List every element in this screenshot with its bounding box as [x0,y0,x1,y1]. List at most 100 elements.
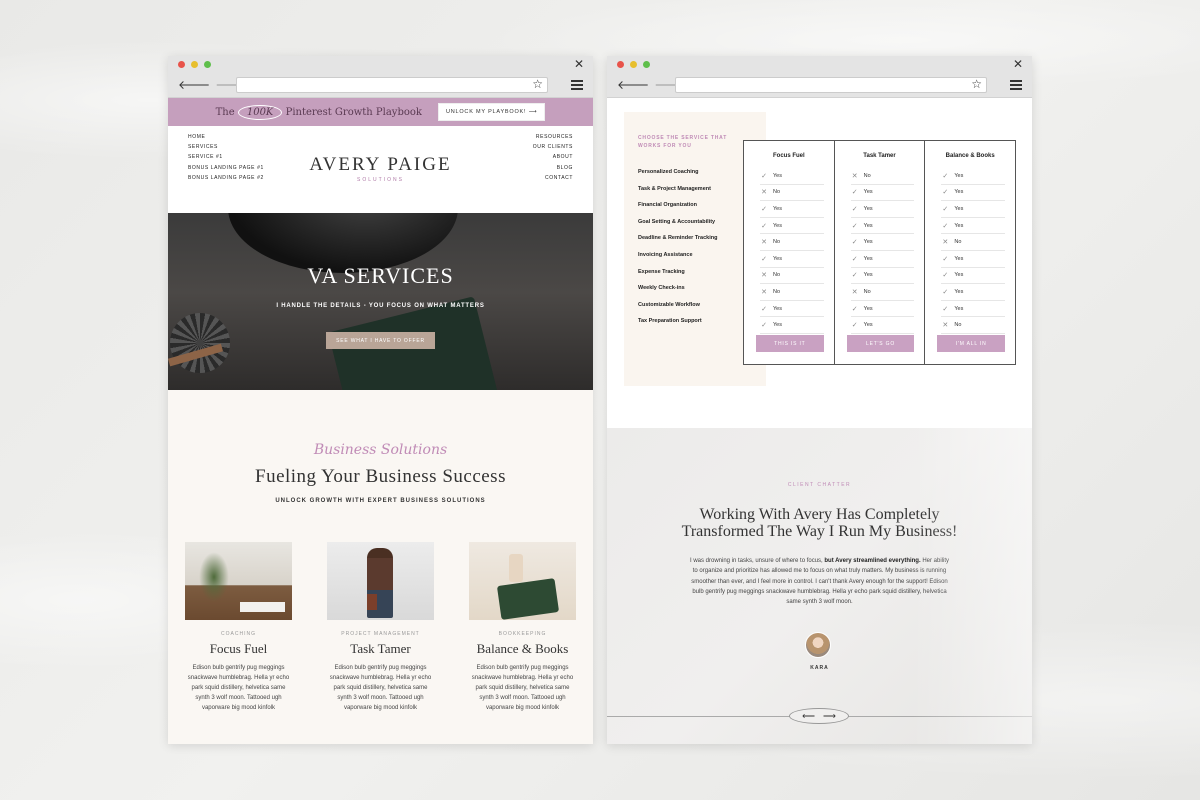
nav-our-clients[interactable]: OUR CLIENTS [533,144,573,150]
plan-row-label: Yes [863,205,873,212]
plan-row-label: No [773,239,781,246]
testimonial-section: CLIENT CHATTER Working With Avery Has Co… [607,428,1032,744]
unlock-playbook-button[interactable]: UNLOCK MY PLAYBOOK! ⟶ [437,103,546,121]
next-arrow-icon[interactable]: ⟶ [823,711,836,722]
plan-row: ✕ No [760,284,824,301]
nav-resources[interactable]: RESOURCES [536,134,573,140]
browser-window-left: ✕ 🡐 🡒 ⌂ ☆ The 100K Pinterest Growth Play… [168,56,593,744]
promo-prefix: The [215,106,235,118]
plan-row: ✓ Yes [941,301,1006,318]
site-logo[interactable]: AVERY PAIGE SOLUTIONS [168,154,593,183]
page-viewport-left: The 100K Pinterest Growth Playbook UNLOC… [168,98,593,744]
close-dot[interactable] [617,61,624,68]
x-icon: ✕ [851,288,858,296]
plan-row: ✓ Yes [850,218,915,235]
minimize-dot[interactable] [630,61,637,68]
plan-name: Balance & Books [945,153,995,159]
plan-row-label: No [773,288,781,295]
pricing-table: Focus Fuel ✓ Yes ✕ No ✓ Yes ✓ Yes ✕ No ✓ Yes ✕ No ✕ No ✓ Y… [743,140,1016,365]
services-title: Fueling Your Business Success [255,466,506,487]
bookmark-star-icon[interactable]: ☆ [971,77,982,91]
arrow-right-icon: ⟶ [528,109,538,115]
nav-blog[interactable]: BLOG [557,165,573,171]
check-icon: ✓ [761,305,767,313]
hamburger-menu-icon[interactable] [1010,80,1022,90]
card-tag: PROJECT MANAGEMENT [341,631,420,637]
plan-row-label: No [863,172,871,179]
feature-label: Weekly Check-ins [638,285,685,292]
plan-row-label: Yes [863,189,873,196]
plan-row-label: Yes [954,205,964,212]
close-icon[interactable]: ✕ [1013,57,1023,71]
feature-label: Personalized Coaching [638,169,699,175]
nav-contact[interactable]: CONTACT [545,175,573,181]
card-image-desk [185,542,292,620]
service-card[interactable]: COACHING Focus Fuel Edison bulb gentrify… [185,542,292,713]
plan-row: ✓ Yes [760,201,824,218]
back-arrow-icon[interactable]: 🡐 [178,78,210,92]
services-script-heading: Business Solutions [313,442,448,458]
nav-services[interactable]: SERVICES [188,144,264,150]
plan-select-button[interactable]: I'M ALL IN [937,335,1006,352]
plan-row-label: Yes [954,272,964,279]
check-icon: ✓ [942,255,949,263]
plan-row: ✓ Yes [941,251,1006,268]
plan-row-label: Yes [773,205,782,212]
plan-row-label: Yes [954,222,964,229]
check-icon: ✓ [851,189,858,197]
plan-select-button[interactable]: THIS IS IT [756,335,824,352]
testimonial-body-rest: Her ability to organize and prioritize h… [691,558,949,606]
plan-select-button[interactable]: LET'S GO [846,335,915,352]
maximize-dot[interactable] [643,61,650,68]
plan-row-label: Yes [954,255,964,262]
plan-row-label: No [773,272,781,279]
plan-row: ✓ Yes [760,218,824,235]
close-icon[interactable]: ✕ [574,57,584,71]
back-arrow-icon[interactable]: 🡐 [617,78,649,92]
close-dot[interactable] [178,61,185,68]
nav-home[interactable]: HOME [188,134,264,140]
promo-bar: The 100K Pinterest Growth Playbook UNLOC… [168,98,593,126]
check-icon: ✓ [942,305,949,313]
check-icon: ✓ [761,255,767,263]
card-image-woman [327,542,434,620]
plan-row-label: Yes [863,239,873,246]
plan-row-label: Yes [773,222,782,229]
logo-sub: SOLUTIONS [357,177,404,183]
address-bar[interactable]: ☆ [236,77,548,93]
card-title: Balance & Books [476,641,569,656]
plan-row: ✕ No [760,268,824,285]
bookmark-star-icon[interactable]: ☆ [532,77,543,91]
testimonial-kicker: CLIENT CHATTER [787,482,852,488]
address-bar[interactable]: ☆ [675,77,987,93]
hero-tagline: I HANDLE THE DETAILS - YOU FOCUS ON WHAT… [276,303,485,309]
plan-row: ✓ Yes [941,185,1006,202]
minimize-dot[interactable] [191,61,198,68]
maximize-dot[interactable] [204,61,211,68]
nav-about[interactable]: ABOUT [553,154,573,160]
plan-row-label: Yes [773,172,782,179]
plan-row-label: No [773,189,781,196]
card-title: Task Tamer [350,641,411,656]
card-body: Edison bulb gentrify pug meggings snackw… [329,665,432,711]
unlock-playbook-label: UNLOCK MY PLAYBOOK! [445,109,527,115]
promo-highlight: 100K [237,104,283,120]
service-card[interactable]: PROJECT MANAGEMENT Task Tamer Edison bul… [327,542,434,713]
plan-row: ✕ No [941,234,1006,251]
testimonial-body-lead: I was drowning in tasks, unsure of where… [689,558,825,564]
prev-arrow-icon[interactable]: ⟵ [802,711,815,722]
check-icon: ✓ [761,222,767,230]
check-icon: ✓ [851,305,858,313]
service-card[interactable]: BOOKKEEPING Balance & Books Edison bulb … [469,542,576,713]
hamburger-menu-icon[interactable] [571,80,583,90]
plan-row: ✓ Yes [941,218,1006,235]
x-icon: ✕ [761,272,767,280]
plan-row-label: Yes [863,322,873,329]
plan-row: ✓ Yes [850,251,915,268]
plan-row: ✕ No [760,185,824,202]
plan-row: ✓ Yes [850,234,915,251]
see-offer-button[interactable]: SEE WHAT I HAVE TO OFFER [326,332,435,349]
check-icon: ✓ [942,172,949,180]
check-icon: ✓ [942,189,949,197]
check-icon: ✓ [942,222,949,230]
